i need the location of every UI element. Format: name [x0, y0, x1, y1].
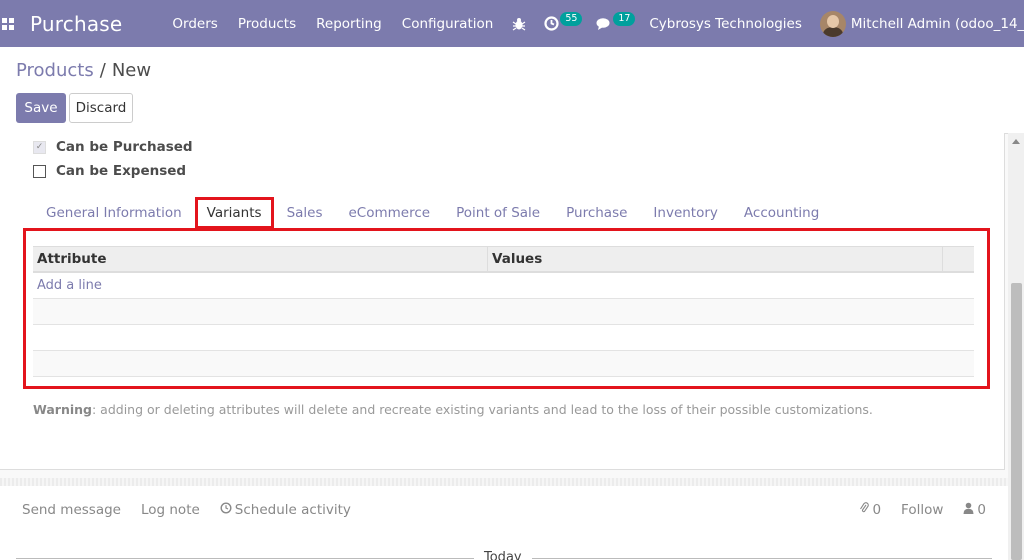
schedule-activity-button[interactable]: Schedule activity [220, 502, 351, 518]
can-be-expensed-checkbox[interactable] [33, 164, 46, 178]
user-menu[interactable]: Mitchell Admin (odoo_14_book) [811, 0, 1024, 47]
scroll-up-arrow-icon[interactable] [1012, 139, 1020, 144]
chatter-separator [0, 478, 1008, 486]
today-label: Today [474, 550, 532, 560]
tab-point-of-sale[interactable]: Point of Sale [443, 197, 553, 229]
tab-inventory[interactable]: Inventory [640, 197, 730, 229]
can-be-expensed-label: Can be Expensed [56, 163, 187, 179]
activity-clock-icon[interactable]: 55 [535, 0, 587, 47]
messaging-comments-icon[interactable]: 17 [587, 0, 640, 47]
followers-button[interactable]: 0 [963, 502, 986, 518]
chatter-actions: Send message Log note Schedule activity [22, 502, 371, 518]
breadcrumb-current: New [111, 60, 152, 81]
can-be-purchased-label: Can be Purchased [56, 139, 193, 155]
can-be-purchased-checkbox[interactable]: ✓ [33, 140, 46, 154]
discard-button[interactable]: Discard [69, 93, 133, 123]
save-button[interactable]: Save [16, 93, 66, 123]
scroll-thumb[interactable] [1011, 283, 1022, 560]
systray: 55 17 Cybrosys Technologies Mitchell Adm… [503, 0, 1024, 47]
menu-orders[interactable]: Orders [162, 0, 227, 47]
schedule-activity-label: Schedule activity [234, 502, 351, 518]
breadcrumb-separator: / [99, 60, 106, 81]
can-be-purchased-row: ✓ Can be Purchased [33, 139, 193, 155]
debug-bug-icon[interactable] [503, 0, 535, 47]
tab-sales[interactable]: Sales [274, 197, 336, 229]
tab-accounting[interactable]: Accounting [731, 197, 832, 229]
app-name[interactable]: Purchase [30, 12, 122, 36]
form-scrollbar[interactable] [1008, 133, 1024, 560]
clock-icon [220, 502, 232, 518]
today-divider: Today [0, 544, 1008, 560]
warning-text: : adding or deleting attributes will del… [91, 402, 873, 417]
menu-configuration[interactable]: Configuration [392, 0, 504, 47]
tab-purchase[interactable]: Purchase [553, 197, 640, 229]
company-switcher[interactable]: Cybrosys Technologies [640, 0, 811, 47]
main-menu: Orders Products Reporting Configuration [162, 0, 503, 47]
avatar [819, 10, 846, 37]
log-note-button[interactable]: Log note [141, 502, 200, 518]
breadcrumb: Products / New [16, 60, 151, 81]
attachments-button[interactable]: 0 [859, 502, 881, 518]
tab-variants[interactable]: Variants [194, 197, 274, 229]
message-count-badge: 17 [613, 12, 636, 26]
user-name: Mitchell Admin (odoo_14_book) [850, 15, 1024, 32]
activity-count-badge: 55 [560, 12, 583, 26]
tab-ecommerce[interactable]: eCommerce [336, 197, 444, 229]
top-navbar: Purchase Orders Products Reporting Confi… [0, 0, 1024, 47]
attachments-count: 0 [872, 502, 882, 518]
send-message-button[interactable]: Send message [22, 502, 121, 518]
chatter-right-actions: 0 Follow 0 [839, 502, 986, 518]
warning-label: Warning [33, 402, 92, 417]
follow-button[interactable]: Follow [901, 502, 943, 518]
paperclip-icon [859, 502, 870, 518]
followers-count: 0 [977, 502, 986, 518]
chatter-topbar: Send message Log note Schedule activity … [0, 490, 1008, 530]
menu-products[interactable]: Products [228, 0, 306, 47]
form-tabs: General Information Variants Sales eComm… [33, 197, 832, 229]
user-icon [963, 502, 974, 518]
apps-menu-icon[interactable] [2, 0, 14, 47]
variants-warning: Warning: adding or deleting attributes w… [33, 402, 873, 417]
breadcrumb-products-link[interactable]: Products [16, 60, 94, 81]
tab-general-information[interactable]: General Information [33, 197, 195, 229]
can-be-expensed-row: Can be Expensed [33, 163, 186, 179]
menu-reporting[interactable]: Reporting [306, 0, 392, 47]
variants-table-highlight [23, 228, 990, 389]
